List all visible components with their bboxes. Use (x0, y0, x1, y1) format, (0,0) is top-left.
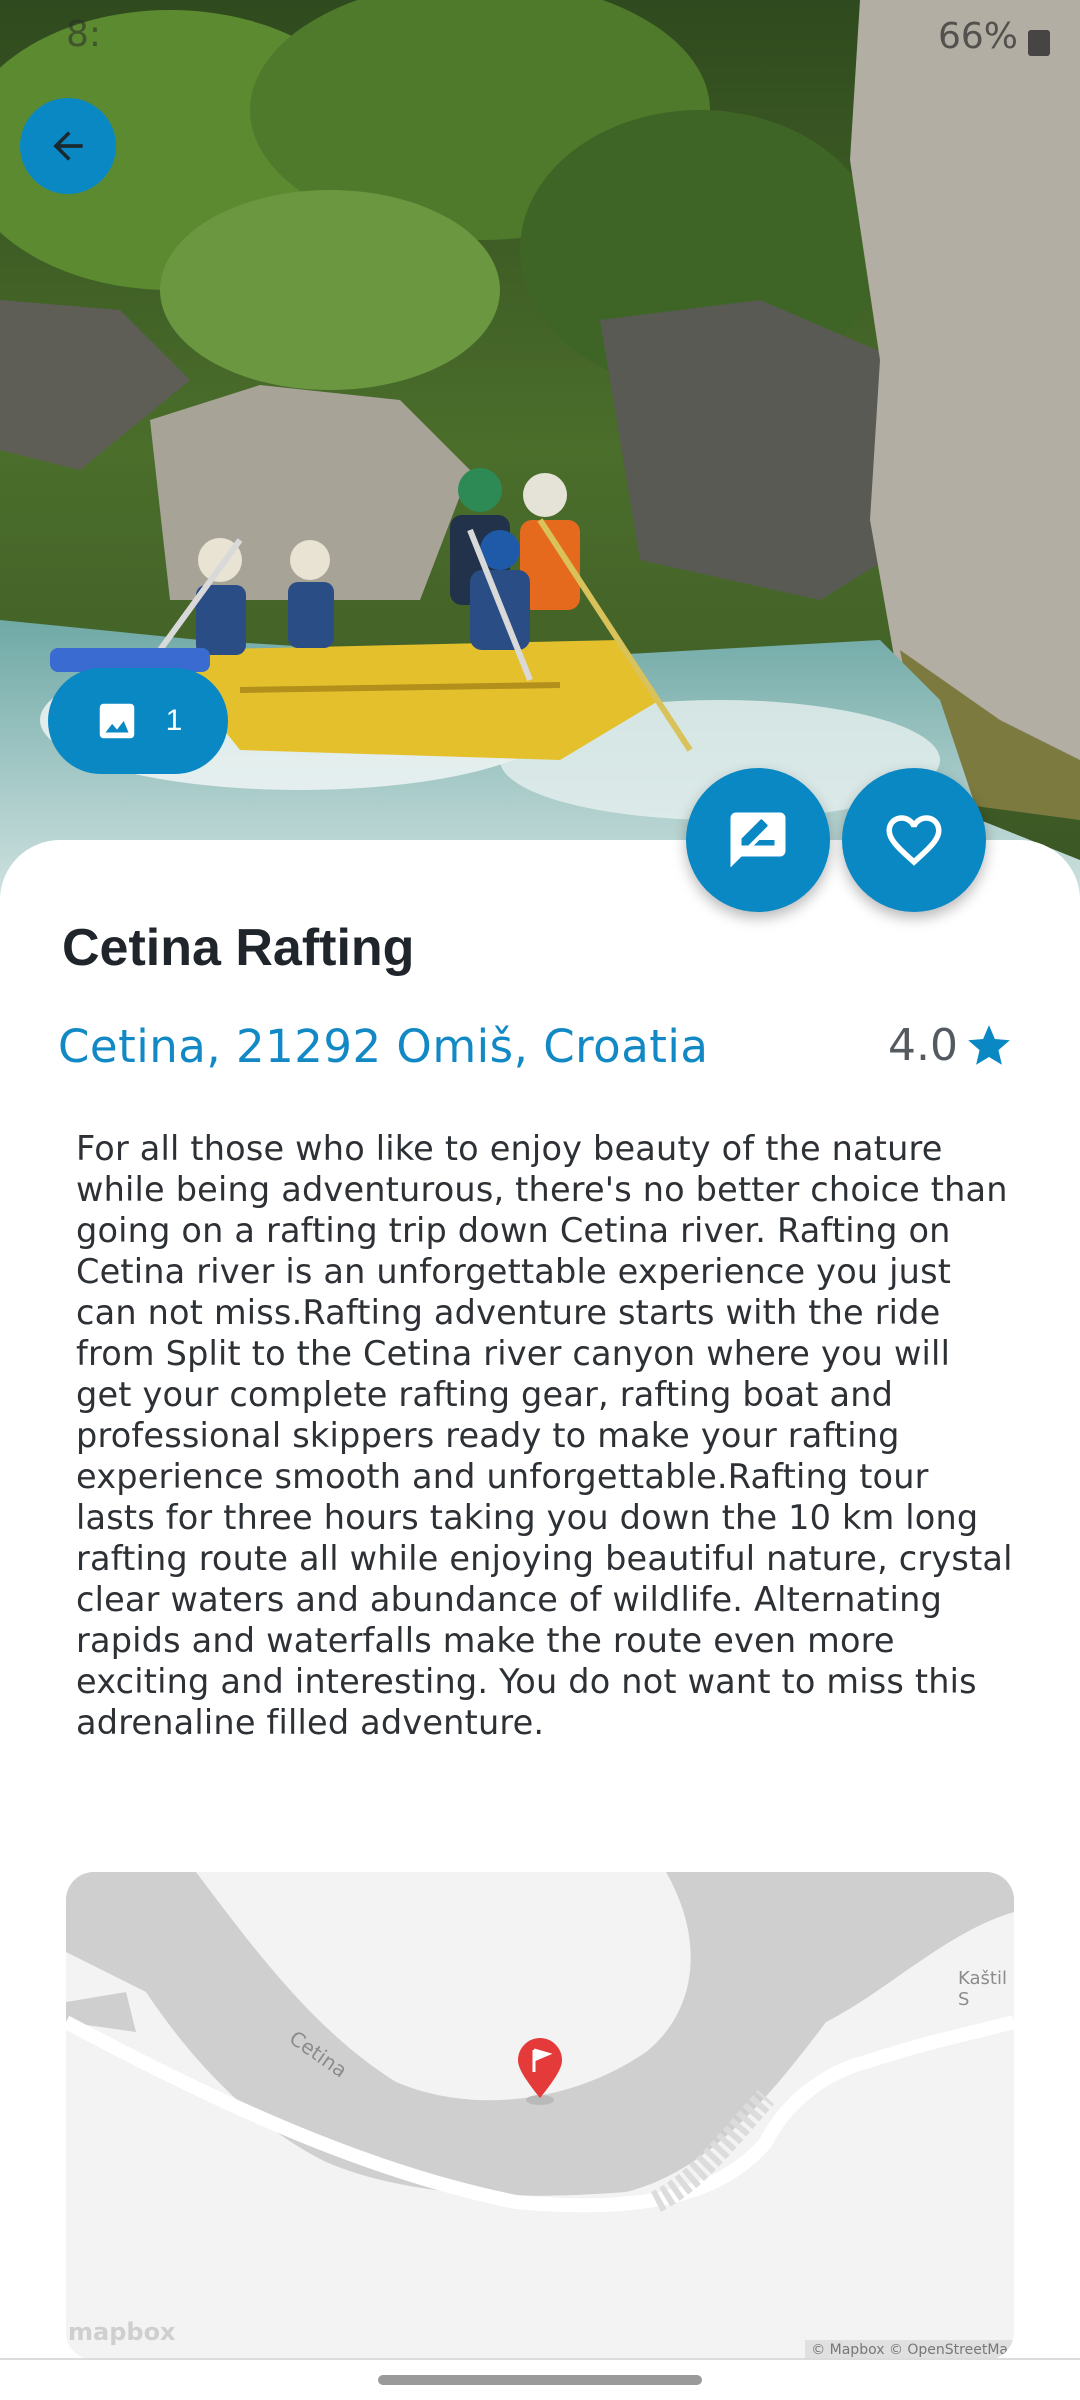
favorite-button[interactable] (842, 768, 986, 912)
back-button[interactable] (20, 98, 116, 194)
location-map[interactable]: Cetina Kaštil S mapbox © Mapbox © OpenSt… (66, 1872, 1014, 2360)
battery-icon (1028, 30, 1050, 56)
gesture-navigation-bar[interactable] (378, 2375, 702, 2385)
rating-value: 4.0 (888, 1020, 958, 1071)
map-place-label: Kaštil S (958, 1968, 1007, 2010)
rating[interactable]: 4.0 (888, 1020, 1014, 1071)
image-icon (99, 703, 134, 739)
place-address[interactable]: Cetina, 21292 Omiš, Croatia (58, 1020, 709, 1073)
rate-review-icon (730, 812, 786, 868)
place-title: Cetina Rafting (62, 919, 415, 977)
map-attribution[interactable]: © Mapbox © OpenStreetMa (805, 2340, 1014, 2360)
arrow-left-icon (53, 131, 83, 161)
place-description: For all those who like to enjoy beauty o… (76, 1129, 1013, 1742)
battery-level: 66% (937, 16, 1018, 57)
status-bar: 8: 66% (0, 0, 1080, 80)
status-time: 8: (66, 14, 102, 55)
star-icon (968, 1024, 1010, 1065)
bottom-divider (0, 2358, 1080, 2360)
heart-outline-icon (886, 815, 942, 866)
gallery-button[interactable]: 1 (48, 668, 228, 774)
mapbox-logo[interactable]: mapbox (68, 2318, 176, 2346)
write-review-button[interactable] (686, 768, 830, 912)
map-canvas (66, 1872, 1014, 2360)
gallery-count: 1 (165, 704, 183, 737)
